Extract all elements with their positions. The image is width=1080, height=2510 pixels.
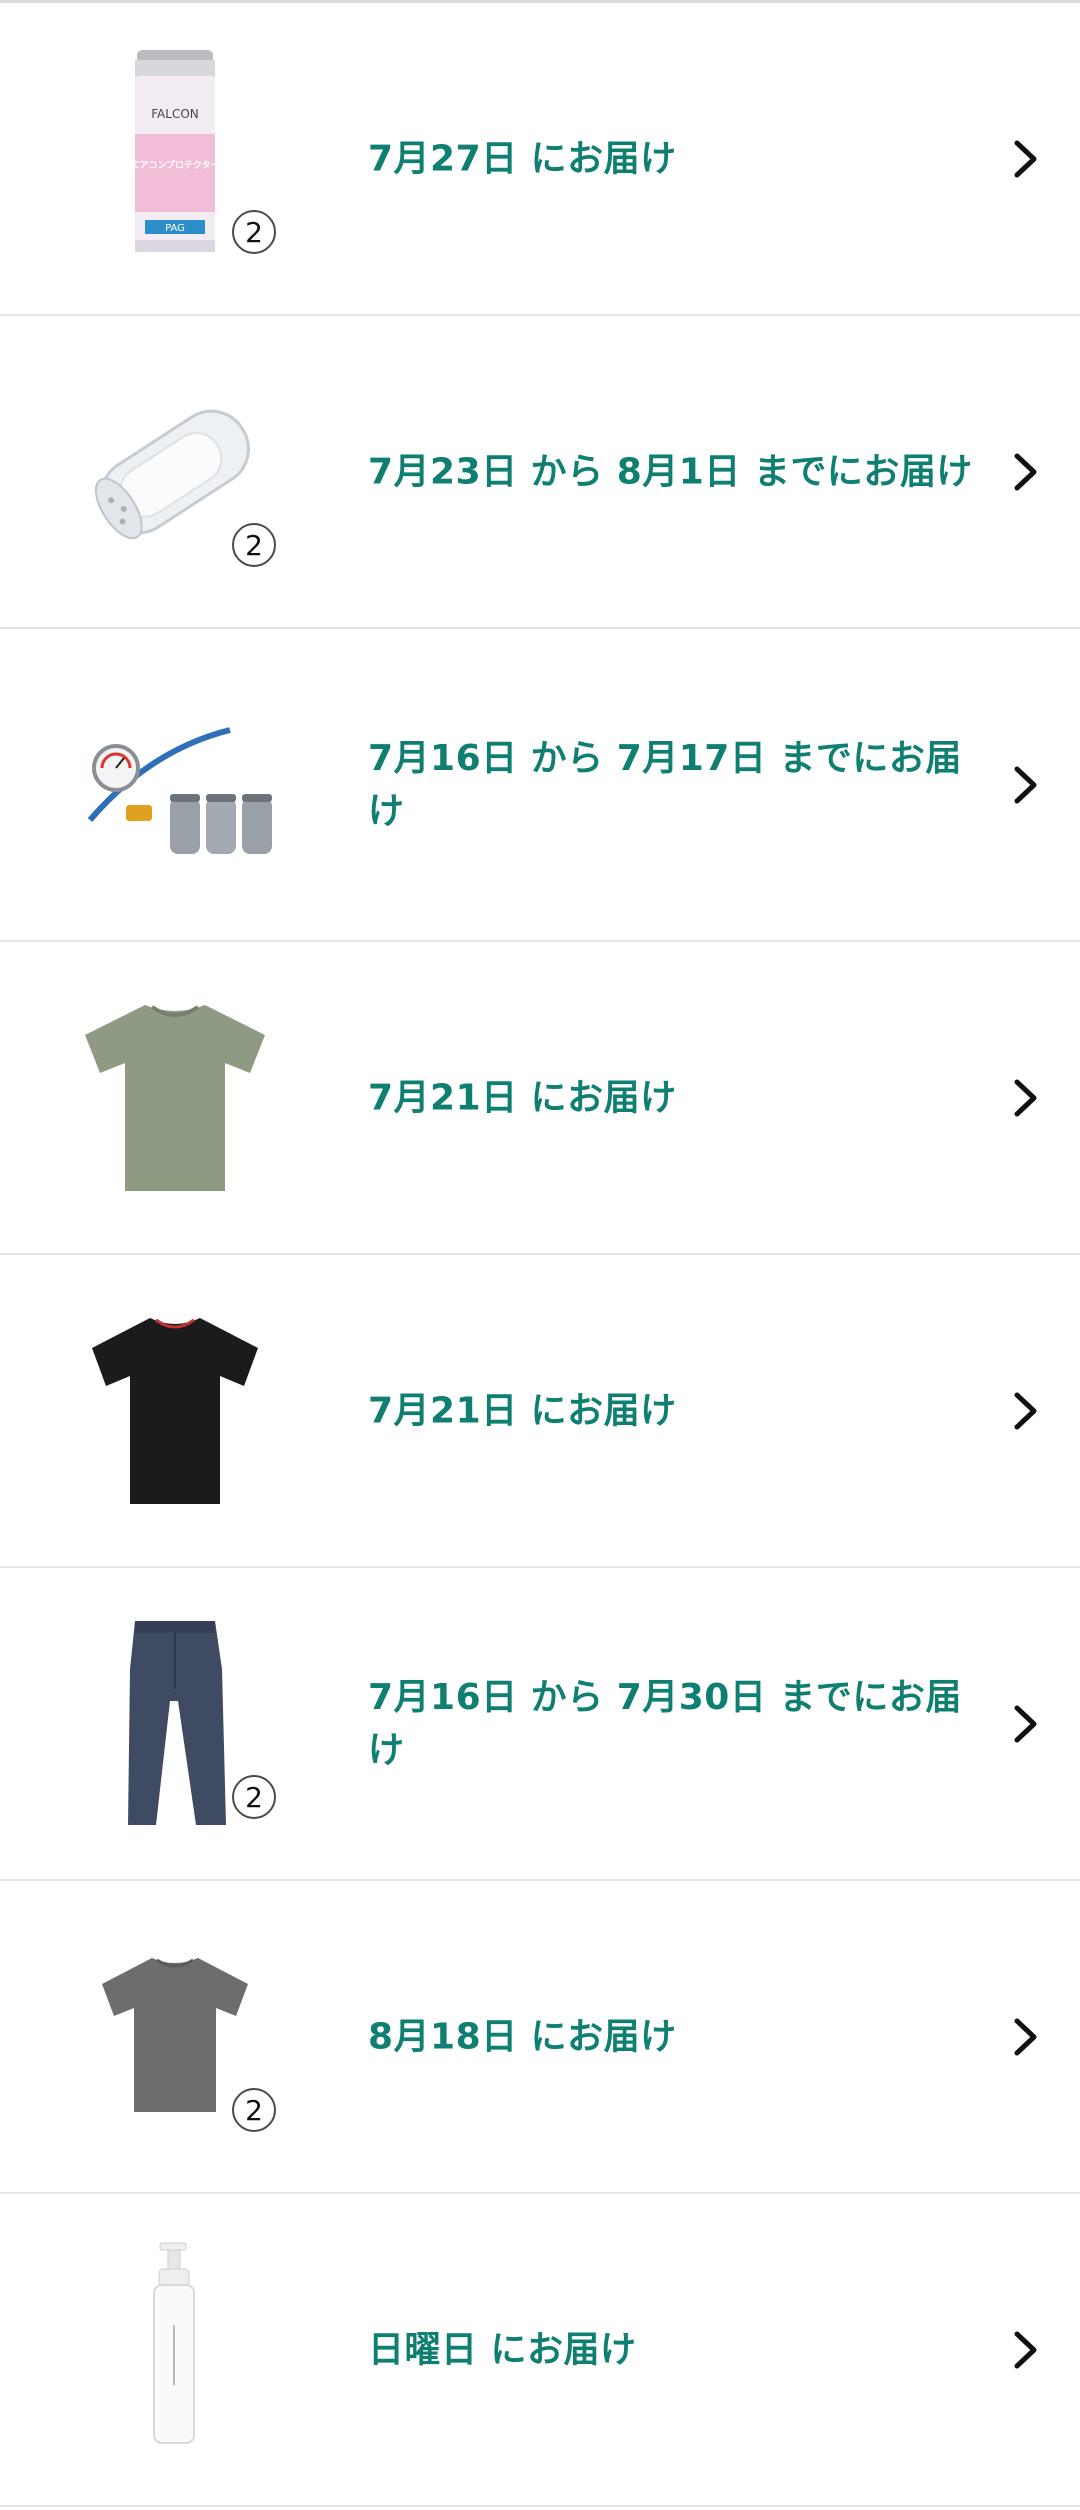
product-thumbnail — [60, 670, 290, 900]
delivery-date-text: 7月27日 にお届け — [368, 138, 677, 179]
gauge-manifold-refrigerant-cans-image — [87, 726, 272, 854]
quantity-badge: 2 — [232, 1775, 276, 1819]
shipment-row[interactable]: FALCON エアコンプロテクター PAG 2 7月27日 にお届け — [0, 3, 1080, 316]
shipment-row[interactable]: 7月16日 から 7月17日 までにお届け — [0, 629, 1080, 942]
quantity-badge: 2 — [232, 210, 276, 254]
delivery-date-text: 7月21日 にお届け — [368, 1077, 677, 1118]
can-title-label: エアコンプロテクター — [130, 159, 219, 171]
product-thumbnail — [60, 983, 290, 1213]
chevron-right-icon — [1014, 140, 1037, 177]
shipment-row[interactable]: 2 8月18日 にお届け — [0, 1881, 1080, 2194]
olive-tshirt-image — [85, 1004, 265, 1191]
product-thumbnail — [60, 2235, 290, 2465]
shipment-row[interactable]: 7月21日 にお届け — [0, 1255, 1080, 1568]
chevron-right-icon — [1014, 453, 1037, 490]
delivery-date-text: 8月18日 にお届け — [368, 2016, 677, 2057]
shipment-row[interactable]: 2 7月23日 から 8月1日 までにお届け — [0, 316, 1080, 629]
quantity-badge: 2 — [232, 523, 276, 567]
quantity-badge: 2 — [232, 2088, 276, 2132]
shipment-list: FALCON エアコンプロテクター PAG 2 7月27日 にお届け 2 7月2… — [0, 0, 1080, 2507]
chevron-right-icon — [1014, 2018, 1037, 2055]
delivery-date-text: 日曜日 にお届け — [368, 2329, 637, 2370]
chevron-right-icon — [1014, 766, 1037, 803]
delivery-date-text: 7月23日 から 8月1日 までにお届け — [368, 451, 973, 492]
delivery-date-text: 7月16日 から 7月17日 までにお届け — [368, 737, 962, 832]
shipment-row[interactable]: 7月21日 にお届け — [0, 942, 1080, 1255]
delivery-date-text: 7月16日 から 7月30日 までにお届け — [368, 1676, 962, 1771]
black-tshirt-image — [92, 1317, 258, 1504]
can-sub-label: PAG — [165, 223, 185, 234]
product-thumbnail — [60, 1296, 290, 1526]
chevron-right-icon — [1014, 2331, 1037, 2368]
delivery-date-text: 7月21日 にお届け — [368, 1390, 677, 1431]
chevron-right-icon — [1014, 1705, 1037, 1742]
chevron-right-icon — [1014, 1392, 1037, 1429]
chevron-right-icon — [1014, 1079, 1037, 1116]
white-pump-bottle-image — [153, 2242, 195, 2444]
can-brand-label: FALCON — [151, 107, 199, 121]
shipment-row[interactable]: 2 7月16日 から 7月30日 までにお届け — [0, 1568, 1080, 1881]
shipment-row[interactable]: 日曜日 にお届け — [0, 2194, 1080, 2507]
